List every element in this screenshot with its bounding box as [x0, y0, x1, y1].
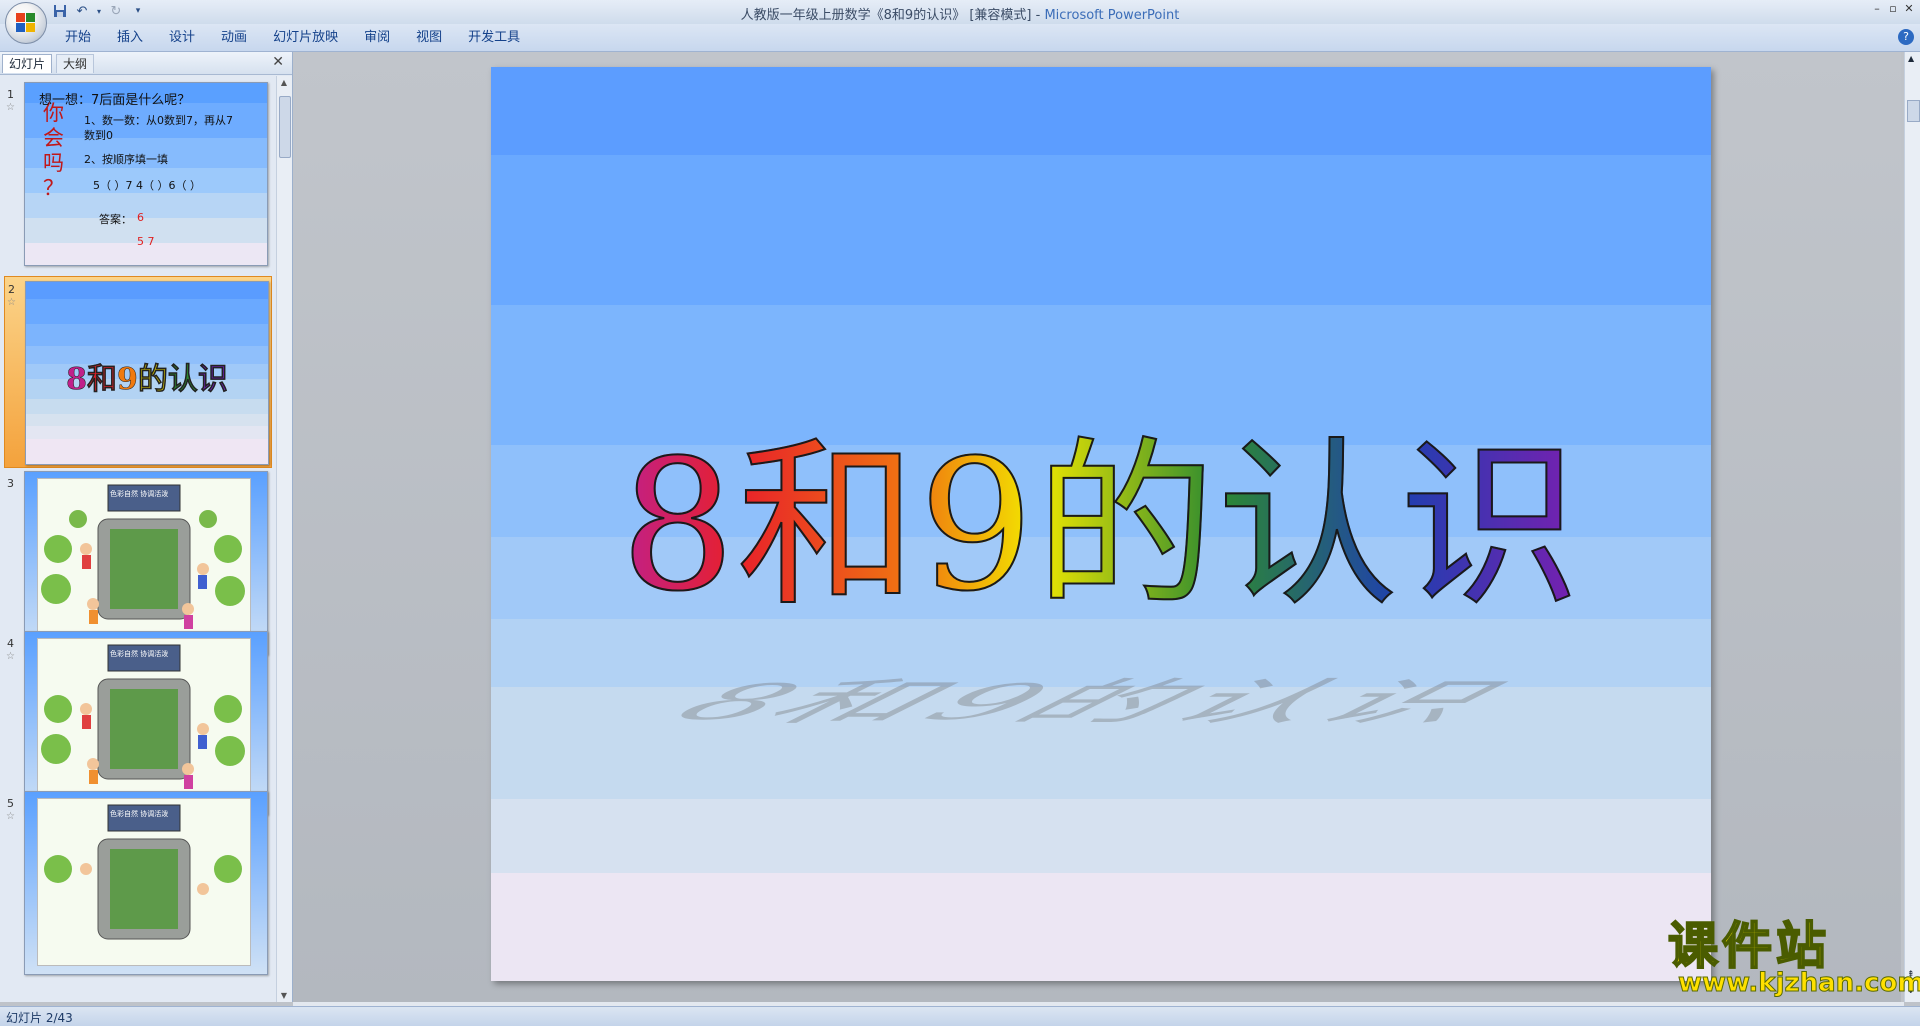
thumb-title-char: 识 — [197, 362, 229, 398]
thumb-title-char: 认 — [167, 362, 199, 398]
watermark-url: www.kjzhan.com — [1678, 968, 1920, 999]
answer-label: 答案： — [99, 213, 132, 226]
title-char: 9 — [918, 422, 1036, 631]
slide-number: 4 — [7, 637, 14, 650]
tab-slideshow[interactable]: 幻灯片放映 — [260, 29, 351, 47]
thumb-title: 8和9的认识 — [26, 354, 268, 398]
tab-developer[interactable]: 开发工具 — [455, 29, 533, 47]
scroll-down-icon[interactable]: ▼ — [279, 991, 289, 1000]
help-icon[interactable]: ? — [1898, 29, 1914, 45]
window-title-doc: 人教版一年级上册数学《8和9的认识》 [兼容模式] - — [740, 8, 1041, 23]
cartoon-caption: 色彩自然 协调活泼 — [110, 490, 169, 498]
tab-insert[interactable]: 插入 — [104, 29, 156, 47]
slide-number: 3 — [7, 477, 14, 490]
side-char: 会 — [43, 126, 64, 150]
scroll-up-icon[interactable]: ▲ — [279, 78, 289, 87]
side-text: 你 会 吗 ？ — [43, 101, 65, 201]
thumb-line: 2、按顺序填一填 — [84, 153, 168, 166]
thumbnail-image: 8和9的认识 — [25, 281, 269, 465]
tab-outline[interactable]: 大纲 — [56, 54, 95, 73]
thumb-line: 5（ ）7 4（ ）6（ ） — [93, 179, 201, 192]
side-char: ？ — [43, 176, 64, 200]
tab-design[interactable]: 设计 — [156, 29, 208, 47]
pane-tabs: 幻灯片 大纲 ✕ — [0, 52, 292, 75]
title-char: 和 — [736, 422, 919, 631]
slide-thumbnail-5[interactable]: 5 ☆ 色彩自然 协调活泼 — [0, 791, 276, 981]
window-title-app: Microsoft PowerPoint — [1044, 8, 1180, 23]
status-bar: 幻灯片 2/43 — [0, 1006, 1920, 1026]
window-title: 人教版一年级上册数学《8和9的认识》 [兼容模式] - Microsoft Po… — [0, 4, 1920, 23]
animation-star-icon: ☆ — [7, 297, 16, 308]
watermark-logo: 课件站 www.kjzhan.com — [1667, 917, 1920, 1006]
scrollbar-thumb[interactable] — [279, 96, 291, 158]
thumbnail-image: 你 会 吗 ？ 想一想：7后面是什么呢？ 1、数一数：从0数到7，再从7 数到0… — [24, 82, 268, 266]
animation-star-icon: ☆ — [6, 651, 15, 662]
cartoon-image: 色彩自然 协调活泼 — [37, 478, 251, 646]
slide-thumbnail-1[interactable]: 1 ☆ 你 会 吗 ？ 想一想：7后面是什么呢？ 1、数一数：从0数到7，再从7… — [0, 82, 276, 272]
tab-review[interactable]: 审阅 — [351, 29, 403, 47]
thumbnails-scrollbar[interactable]: ▲ ▼ — [276, 76, 292, 1002]
slide-thumbnail-2[interactable]: 2 ☆ 8和9的认识 — [4, 276, 272, 468]
tab-home[interactable]: 开始 — [52, 29, 104, 47]
ribbon: 开始 插入 设计 动画 幻灯片放映 审阅 视图 开发工具 ? — [0, 24, 1920, 52]
ribbon-tabs: 开始 插入 设计 动画 幻灯片放映 审阅 视图 开发工具 — [52, 29, 533, 47]
minimize-icon[interactable]: – — [1870, 2, 1884, 16]
slide-number: 2 — [8, 283, 15, 296]
slide-thumbnails: 1 ☆ 你 会 吗 ？ 想一想：7后面是什么呢？ 1、数一数：从0数到7，再从7… — [0, 76, 276, 1002]
close-pane-icon[interactable]: ✕ — [272, 54, 284, 70]
answer-value: 6 — [137, 211, 144, 224]
animation-star-icon: ☆ — [6, 102, 15, 113]
slide-counter: 幻灯片 2/43 — [6, 1011, 73, 1025]
thumbnail-image: 色彩自然 协调活泼 — [24, 471, 268, 655]
thumb-line: 1、数一数：从0数到7，再从7 — [84, 114, 233, 127]
slide-title[interactable]: 8和9的认识 — [491, 422, 1711, 631]
office-logo-icon — [16, 13, 36, 33]
thumb-title-char: 9 — [117, 362, 138, 398]
thumb-title-char: 的 — [137, 362, 169, 398]
scrollbar-thumb[interactable] — [1907, 100, 1920, 122]
cartoon-caption: 色彩自然 协调活泼 — [110, 650, 169, 658]
scroll-up-icon[interactable]: ▲ — [1908, 54, 1914, 63]
thumbnail-image: 色彩自然 协调活泼 — [24, 631, 268, 815]
watermark-cn: 课件站 — [1667, 917, 1830, 975]
tab-slides[interactable]: 幻灯片 — [2, 54, 53, 73]
animation-star-icon: ☆ — [6, 811, 15, 822]
title-reflection: 8和9的认识 — [491, 663, 1711, 734]
thumb-title-char: 和 — [87, 362, 118, 398]
slide-scrollbar[interactable]: ▲ ⇞ ⇟ — [1904, 52, 1920, 1002]
cartoon-caption: 色彩自然 协调活泼 — [110, 810, 169, 818]
thumbnail-image: 色彩自然 协调活泼 — [24, 791, 268, 975]
slides-pane: 幻灯片 大纲 ✕ 1 ☆ 你 会 吗 ？ 想一想：7后面是什么呢？ 1、数一数：… — [0, 52, 293, 1002]
cartoon-image: 色彩自然 协调活泼 — [37, 638, 251, 806]
side-char: 吗 — [43, 151, 64, 175]
thumb-line: 数到0 — [84, 129, 113, 142]
tab-animations[interactable]: 动画 — [208, 29, 260, 47]
thumb-title-char: 8 — [66, 362, 87, 398]
slide-number: 5 — [7, 797, 14, 810]
slide-number: 1 — [7, 88, 14, 101]
title-char: 识 — [1399, 422, 1582, 631]
close-window-icon[interactable]: ✕ — [1902, 2, 1916, 16]
tab-view[interactable]: 视图 — [403, 29, 455, 47]
title-char: 认 — [1217, 422, 1400, 631]
office-button[interactable] — [5, 2, 47, 44]
title-char: 的 — [1035, 422, 1218, 631]
current-slide[interactable]: 8和9的认识 8和9的认识 — [491, 67, 1711, 981]
title-bar: ↶ ▾ ↻ ▾ 人教版一年级上册数学《8和9的认识》 [兼容模式] - Micr… — [0, 0, 1920, 25]
thumb-title: 想一想：7后面是什么呢？ — [39, 93, 191, 108]
restore-icon[interactable]: ▫ — [1886, 2, 1900, 16]
title-char: 8 — [619, 422, 737, 631]
answer-value: 5 7 — [137, 235, 155, 248]
cartoon-image: 色彩自然 协调活泼 — [37, 798, 251, 966]
window-controls: – ▫ ✕ — [1870, 2, 1916, 16]
